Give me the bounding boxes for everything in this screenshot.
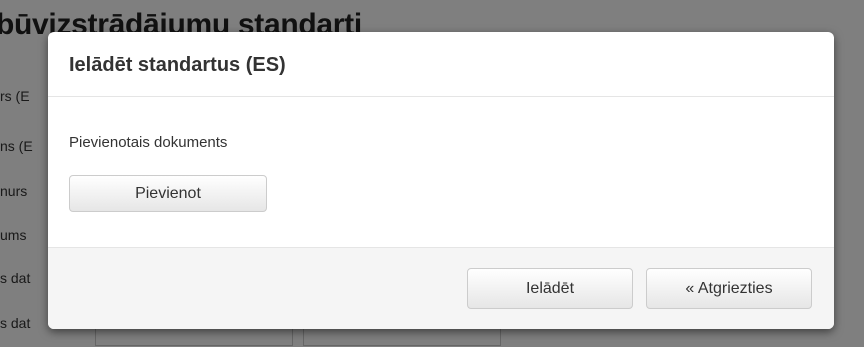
dialog-body: Pievienotais dokuments Pievienot — [48, 97, 834, 247]
load-standards-dialog: Ielādēt standartus (ES) Pievienotais dok… — [48, 32, 834, 329]
dialog-header: Ielādēt standartus (ES) — [48, 32, 834, 97]
load-button[interactable]: Ielādēt — [467, 268, 633, 309]
dialog-title: Ielādēt standartus (ES) — [69, 54, 286, 76]
attach-button[interactable]: Pievienot — [69, 175, 267, 212]
dialog-footer: Ielādēt « Atgriezties — [48, 247, 834, 329]
back-button[interactable]: « Atgriezties — [646, 268, 812, 309]
attachment-label: Pievienotais dokuments — [69, 134, 228, 151]
